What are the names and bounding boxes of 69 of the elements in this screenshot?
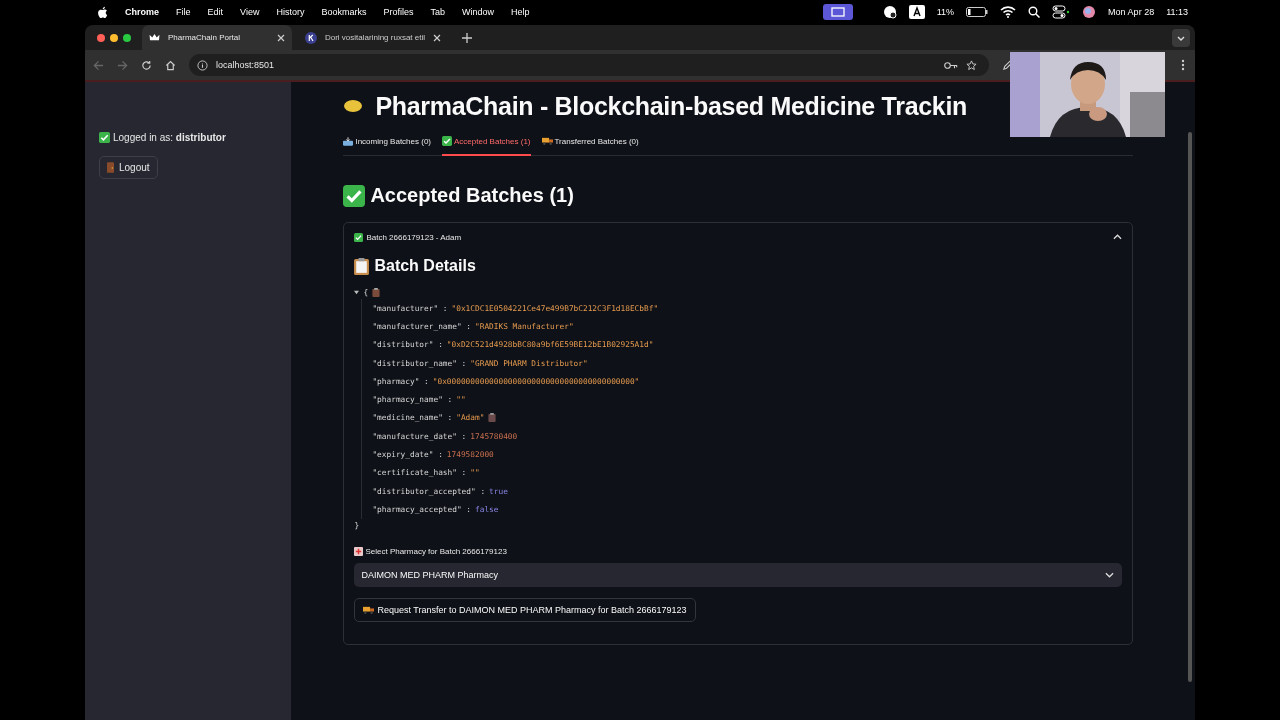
hospital-icon — [354, 546, 364, 556]
zoom-window-icon[interactable] — [123, 33, 131, 42]
chevron-icon — [1113, 234, 1123, 240]
reload-icon[interactable] — [141, 59, 152, 71]
screen-share-icon[interactable] — [822, 4, 853, 20]
tab[interactable]: Transferred Batches (0) — [541, 132, 639, 156]
key-icon[interactable] — [944, 60, 958, 70]
expander-header[interactable]: Batch 2666179123 - Adam — [344, 223, 1133, 251]
menu-item[interactable]: View — [240, 7, 260, 17]
bookmark-star-icon[interactable] — [966, 59, 977, 71]
select-label: Select Pharmacy for Batch 2666179123 — [365, 546, 507, 556]
check-icon — [99, 132, 110, 143]
apple-icon[interactable] — [97, 5, 108, 19]
menu-date[interactable]: Mon Apr 28 — [1108, 7, 1155, 17]
logout-button[interactable]: Logout — [99, 156, 158, 179]
menu-item[interactable]: Tab — [430, 7, 445, 17]
control-center-icon[interactable] — [1052, 5, 1071, 19]
close-tab-icon[interactable] — [433, 33, 441, 42]
menu-time[interactable]: 11:13 — [1166, 7, 1188, 17]
address-bar[interactable]: localhost:8501 — [189, 54, 989, 76]
logged-in-text: Logged in as: distributor — [113, 132, 226, 143]
menu-item[interactable]: Edit — [207, 7, 224, 17]
collapse-caret-icon[interactable] — [354, 289, 360, 295]
home-icon[interactable] — [165, 59, 176, 71]
wifi-icon[interactable] — [1000, 6, 1017, 18]
crown-icon — [149, 33, 160, 42]
browser-tab[interactable]: Dori vositalarining ruxsat etil — [298, 25, 448, 50]
check-icon — [343, 184, 366, 207]
section-heading: Accepted Batches (1) — [370, 184, 574, 207]
pharmacy-select[interactable]: DAIMON MED PHARM Pharmacy — [354, 562, 1123, 587]
close-window-icon[interactable] — [97, 33, 105, 42]
tab[interactable]: Accepted Batches (1) — [442, 132, 531, 156]
new-tab-icon[interactable] — [462, 32, 472, 43]
tab-list-chevron-icon[interactable] — [1172, 28, 1190, 47]
tab[interactable]: Incoming Batches (0) — [343, 132, 431, 156]
truck-icon — [541, 137, 553, 145]
door-icon — [107, 162, 114, 173]
transfer-button[interactable]: Request Transfer to DAIMON MED PHARM Pharmacy for Batch 2666179123 — [354, 597, 696, 622]
siri-icon[interactable] — [1082, 5, 1097, 19]
battery-percent: 11% — [936, 7, 955, 17]
battery-icon[interactable] — [966, 7, 989, 17]
details-heading: Batch Details — [374, 257, 476, 275]
inbox-icon — [343, 136, 354, 146]
copy-icon[interactable] — [372, 287, 381, 297]
menu-item[interactable]: Help — [511, 7, 530, 17]
menu-item[interactable]: Window — [461, 7, 494, 17]
truck-icon — [363, 605, 375, 614]
browser-tab[interactable]: PharmaChain Portal — [142, 25, 292, 50]
search-icon[interactable] — [1028, 6, 1041, 18]
clipboard-icon — [354, 257, 370, 275]
chat-icon[interactable] — [882, 5, 897, 19]
close-tab-icon[interactable] — [277, 33, 285, 42]
check-icon — [354, 232, 364, 242]
scrollbar-thumb[interactable] — [1188, 132, 1193, 682]
menu-item[interactable]: History — [276, 7, 305, 17]
minimize-window-icon[interactable] — [110, 33, 118, 42]
menu-item[interactable]: Bookmarks — [321, 7, 367, 17]
menu-item[interactable]: File — [176, 7, 191, 17]
more-menu-icon[interactable] — [1181, 59, 1185, 71]
pen-icon[interactable] — [1002, 59, 1013, 71]
page-title: PharmaChain - Blockchain-based Medicine Trackin — [375, 91, 968, 121]
keyboard-input-icon[interactable] — [908, 5, 925, 19]
menu-item[interactable]: Profiles — [383, 7, 414, 17]
info-icon — [197, 59, 208, 71]
menu-app-name[interactable]: Chrome — [125, 7, 159, 17]
k-logo-icon — [305, 31, 317, 44]
check-icon — [442, 136, 452, 146]
copy-icon[interactable] — [488, 413, 497, 423]
chevron-down-icon — [1105, 571, 1115, 578]
